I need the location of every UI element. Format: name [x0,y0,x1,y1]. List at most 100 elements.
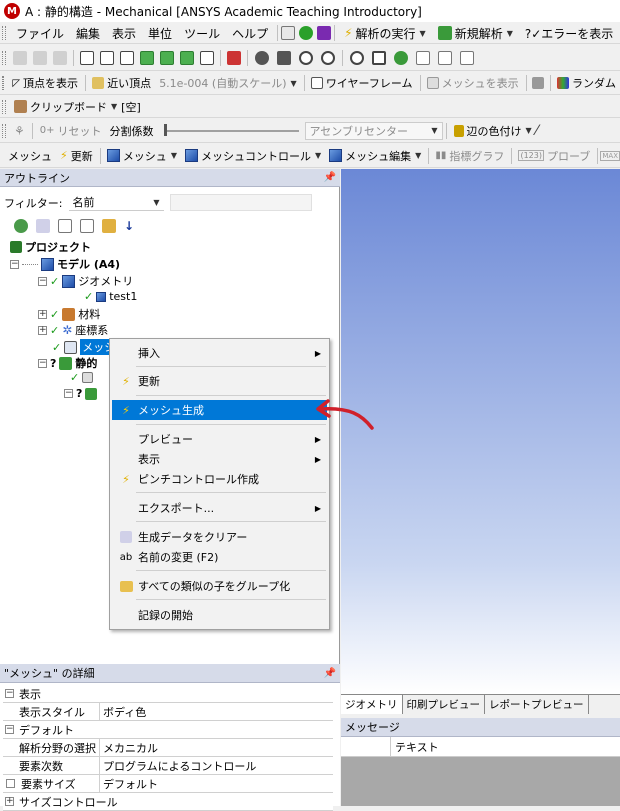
menu-file[interactable]: ファイル [10,24,70,42]
menu-help[interactable]: ヘルプ [226,24,274,42]
fit-icon[interactable] [394,50,408,65]
magnifier-icon[interactable] [416,50,430,65]
details-row[interactable]: 要素次数 プログラムによるコントロール [3,757,333,775]
menu-tools[interactable]: ツール [178,24,226,42]
menu-view[interactable]: 表示 [106,24,142,42]
collapse-icon[interactable]: − [64,389,73,398]
xyz-icon[interactable] [53,50,67,65]
menu-item-clear-data[interactable]: 生成データをクリアー [112,527,327,547]
tree-body[interactable]: ✓ test1 [84,290,137,303]
pan-icon[interactable] [277,50,291,65]
select-mode-icon[interactable] [80,50,94,65]
axis-icon[interactable] [531,77,544,89]
sort-icon[interactable]: ↓ [124,219,134,233]
menu-edit[interactable]: 編集 [70,24,106,42]
collapse-icon[interactable]: − [38,358,47,368]
tab-geometry[interactable]: ジオメトリ [341,695,403,714]
zoom-box-icon[interactable] [321,50,335,65]
menu-units[interactable]: 単位 [142,24,178,42]
element-select-icon[interactable] [200,50,214,65]
tree-analysis-settings[interactable]: ✓ [70,371,94,384]
pin-icon[interactable]: 📌 [324,668,336,679]
zoom-fit-icon[interactable] [350,50,364,65]
details-row[interactable]: 要素サイズ デフォルト [3,775,333,793]
expand-path-icon[interactable] [58,219,72,233]
details-group-defaults[interactable]: − デフォルト [3,721,333,739]
close-vertices-button[interactable]: 近い頂点 [88,74,155,92]
menu-item-preview[interactable]: プレビュー ▶ [112,429,327,449]
menu-item-rename[interactable]: ab 名前の変更 (F2) [112,547,327,567]
metric-graph-button[interactable]: ▮▮ 指標グラフ [431,147,508,165]
filter-dropdown[interactable]: 名前 ▼ [68,194,164,211]
menu-item-insert[interactable]: 挿入 ▶ [112,343,327,363]
messages-col-type[interactable] [341,737,391,756]
tree-geometry[interactable]: − ✓ ジオメトリ [38,273,133,289]
iso-icon[interactable] [460,50,474,65]
menu-item-generate-mesh[interactable]: ⚡ メッシュ生成 [112,400,327,420]
reset-button[interactable]: 0+ リセット [36,122,106,140]
clear-icon[interactable] [36,219,50,233]
expand-icon[interactable]: + [38,309,47,319]
menu-item-group-all[interactable]: すべての類似の子をグループ化 [112,576,327,596]
tree-icon[interactable] [317,26,332,40]
node-select-icon[interactable] [180,50,194,65]
menu-item-show[interactable]: 表示 ▶ [112,449,327,469]
previous-view-icon[interactable] [438,50,452,65]
body-select-icon[interactable] [160,50,174,65]
tree-project[interactable]: プロジェクト [10,239,91,255]
box-zoom-icon[interactable] [372,50,386,65]
scale-dropdown[interactable]: 5.1e-004 (自動スケール) ▼ [155,74,300,92]
face-select-icon[interactable] [140,50,154,65]
graphics-viewport[interactable] [341,169,620,694]
details-group-sizing[interactable]: + サイズコントロール [3,793,333,811]
tab-print-preview[interactable]: 印刷プレビュー [403,695,485,714]
checkbox[interactable] [6,779,15,788]
show-mesh-button[interactable]: メッシュを表示 [423,74,523,92]
tree-static[interactable]: − ? 静的 [38,355,97,371]
details-row[interactable]: 解析分野の選択 メカニカル [3,739,333,757]
pointer-alt-icon[interactable] [33,50,47,65]
expand-all-icon[interactable] [80,219,94,233]
mesh-control-button[interactable]: メッシュコントロール ▼ [181,147,325,165]
show-vertices-button[interactable]: ◸ 頂点を表示 [8,74,82,92]
collapse-icon[interactable]: − [10,259,19,269]
rotate-icon[interactable] [255,50,269,65]
mesh-dropdown-button[interactable]: メッシュ ▼ [103,147,181,165]
random-colors-button[interactable]: ランダム [553,74,620,92]
tree-materials[interactable]: + ✓ 材料 [38,306,100,322]
tree-model[interactable]: − モデル (A4) [10,256,120,272]
explode-icon-button[interactable]: ⚘ [10,122,29,140]
tree-coords[interactable]: + ✓ ✲ 座標系 [38,322,108,338]
filter-search-input[interactable] [169,194,312,211]
menu-item-start-recording[interactable]: 記録の開始 [112,605,327,625]
expand-icon[interactable]: + [38,325,47,335]
clipboard-button[interactable]: クリップボード ▼ [10,98,121,116]
tree-solution[interactable]: − ? [64,387,98,400]
vertex-select-icon[interactable] [100,50,114,65]
tab-report-preview[interactable]: レポートプレビュー [485,695,589,714]
menu-item-pinch[interactable]: ⚡ ピンチコントロール作成 [112,469,327,489]
mesh-edit-button[interactable]: メッシュ編集 ▼ [325,147,425,165]
refresh-tree-icon[interactable] [14,219,28,233]
zoom-icon[interactable] [299,50,313,65]
update-button[interactable]: ⚡ 更新 [56,147,97,165]
details-group-display[interactable]: − 表示 [3,685,333,703]
collapse-icon[interactable]: − [38,276,47,286]
pointer-icon[interactable] [13,50,27,65]
extend-icon[interactable] [227,50,241,65]
edge-coloring-button[interactable]: 辺の色付け ▼ [450,122,536,140]
details-row[interactable]: 表示スタイル ボディ色 [3,703,333,721]
messages-col-text[interactable]: テキスト [391,737,439,756]
assembly-center-dropdown[interactable]: アセンブリセンター ▼ [304,121,443,140]
solve-button[interactable]: ⚡ 解析の実行 ▼ [338,24,432,42]
folder-icon[interactable] [102,219,116,233]
menu-item-update[interactable]: ⚡ 更新 [112,371,327,391]
explode-slider[interactable] [163,123,299,138]
window-icon[interactable] [281,26,296,40]
probe-button[interactable]: (123) プローブ [514,147,594,165]
edge-tool-icon[interactable]: ⁄ [536,123,538,139]
new-analysis-button[interactable]: 新規解析 ▼ [432,24,519,42]
edge-select-icon[interactable] [120,50,134,65]
check-icon[interactable] [299,26,314,40]
menu-item-export[interactable]: エクスポート... ▶ [112,498,327,518]
